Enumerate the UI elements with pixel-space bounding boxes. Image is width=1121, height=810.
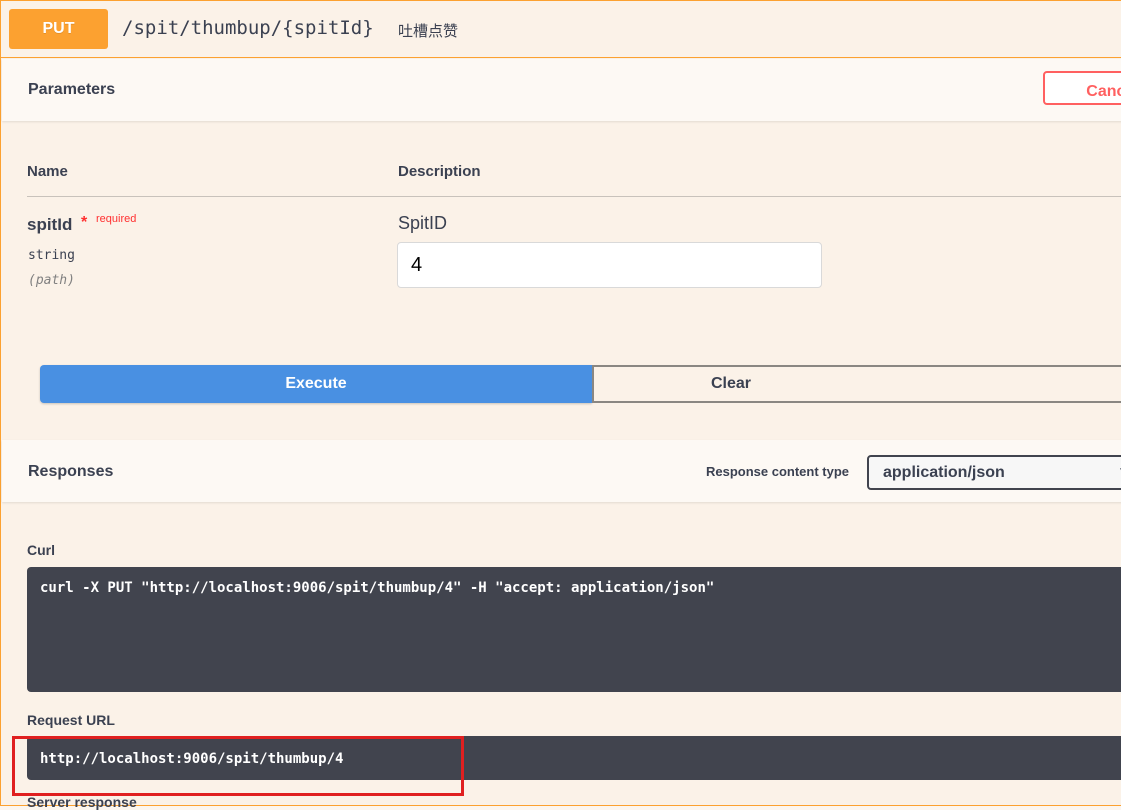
endpoint-path: /spit/thumbup/{spitId} bbox=[122, 17, 374, 39]
required-star: * bbox=[81, 214, 88, 231]
parameters-title: Parameters bbox=[28, 81, 116, 98]
column-divider bbox=[27, 196, 1121, 197]
response-content-type-label: Response content type bbox=[706, 464, 850, 479]
parameters-header: Parameters Cancel bbox=[2, 59, 1121, 121]
server-response-label: Server response bbox=[27, 794, 137, 810]
curl-command-block: curl -X PUT "http://localhost:9006/spit/… bbox=[27, 567, 1121, 692]
clear-button[interactable]: Clear bbox=[592, 365, 1121, 403]
operation-summary-text: 吐槽点赞 bbox=[398, 23, 459, 40]
cancel-button[interactable]: Cancel bbox=[1043, 71, 1121, 105]
responses-header: Responses Response content type applicat… bbox=[2, 440, 1121, 502]
column-header-name: Name bbox=[27, 163, 68, 180]
parameter-name: spitId bbox=[27, 215, 73, 234]
parameter-type: string bbox=[28, 248, 75, 263]
required-label: required bbox=[96, 213, 137, 225]
column-header-description: Description bbox=[398, 163, 481, 180]
execute-button[interactable]: Execute bbox=[40, 365, 592, 403]
operation-summary[interactable]: PUT /spit/thumbup/{spitId} 吐槽点赞 bbox=[1, 1, 1121, 58]
spitid-input[interactable] bbox=[397, 242, 822, 288]
http-method-badge: PUT bbox=[9, 9, 108, 49]
response-content-type-select[interactable]: application/json bbox=[867, 455, 1121, 490]
responses-title: Responses bbox=[28, 463, 114, 480]
parameter-location: (path) bbox=[28, 273, 75, 288]
curl-label: Curl bbox=[27, 542, 55, 558]
parameter-description: SpitID bbox=[398, 213, 448, 233]
request-url-label: Request URL bbox=[27, 712, 115, 728]
highlight-annotation-box bbox=[12, 736, 464, 796]
operation-block: PUT /spit/thumbup/{spitId} 吐槽点赞 Paramete… bbox=[0, 0, 1121, 810]
